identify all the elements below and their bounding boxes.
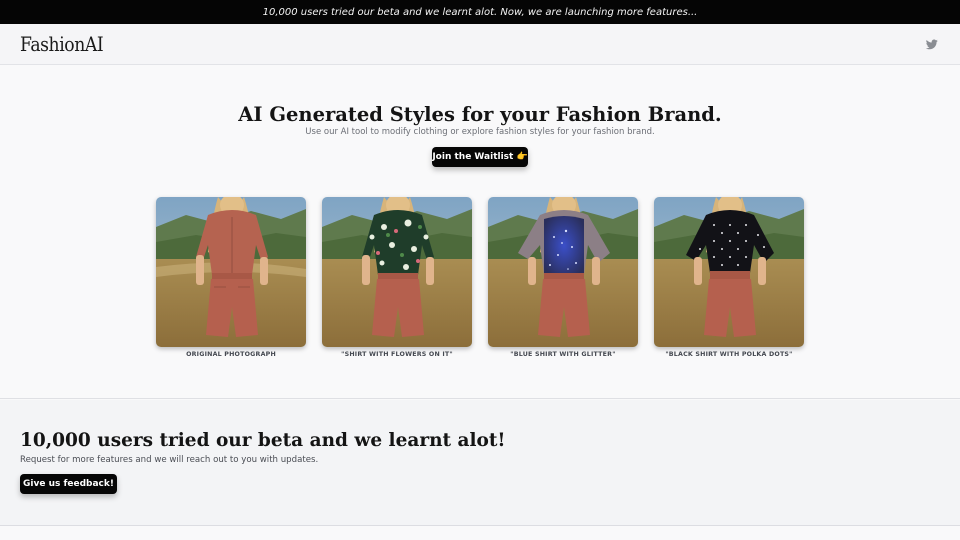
announcement-bar: 10,000 users tried our beta and we learn…: [0, 0, 960, 24]
gallery-caption: "SHIRT WITH FLOWERS ON IT": [341, 351, 453, 358]
twitter-icon[interactable]: [926, 38, 938, 50]
hero-section: AI Generated Styles for your Fashion Bra…: [0, 65, 960, 399]
logo[interactable]: FashionAI: [20, 32, 104, 56]
join-waitlist-button[interactable]: Join the Waitlist 👉: [432, 147, 528, 167]
feedback-section: 10,000 users tried our beta and we learn…: [0, 400, 960, 526]
floral-shirt-photo[interactable]: [322, 197, 472, 347]
original-photo[interactable]: [156, 197, 306, 347]
top-nav: FashionAI: [0, 24, 960, 65]
hero-subtitle: Use our AI tool to modify clothing or ex…: [305, 127, 655, 137]
gallery-card: "SHIRT WITH FLOWERS ON IT": [322, 197, 472, 358]
blue-glitter-shirt-photo[interactable]: [488, 197, 638, 347]
gallery-caption: "BLUE SHIRT WITH GLITTER": [510, 351, 616, 358]
style-gallery: ORIGINAL PHOTOGRAPH "SHIRT WITH FLOWERS …: [156, 197, 804, 358]
gallery-caption: ORIGINAL PHOTOGRAPH: [186, 351, 276, 358]
footer: [0, 527, 960, 540]
give-feedback-button[interactable]: Give us feedback!: [20, 474, 117, 494]
announcement-text: 10,000 users tried our beta and we learn…: [262, 6, 698, 18]
feedback-subtitle: Request for more features and we will re…: [20, 455, 319, 465]
gallery-card: "BLACK SHIRT WITH POLKA DOTS": [654, 197, 804, 358]
gallery-card: "BLUE SHIRT WITH GLITTER": [488, 197, 638, 358]
hero-title: AI Generated Styles for your Fashion Bra…: [238, 103, 722, 126]
gallery-card: ORIGINAL PHOTOGRAPH: [156, 197, 306, 358]
polka-dot-shirt-photo[interactable]: [654, 197, 804, 347]
feedback-title: 10,000 users tried our beta and we learn…: [20, 430, 506, 451]
gallery-caption: "BLACK SHIRT WITH POLKA DOTS": [665, 351, 793, 358]
